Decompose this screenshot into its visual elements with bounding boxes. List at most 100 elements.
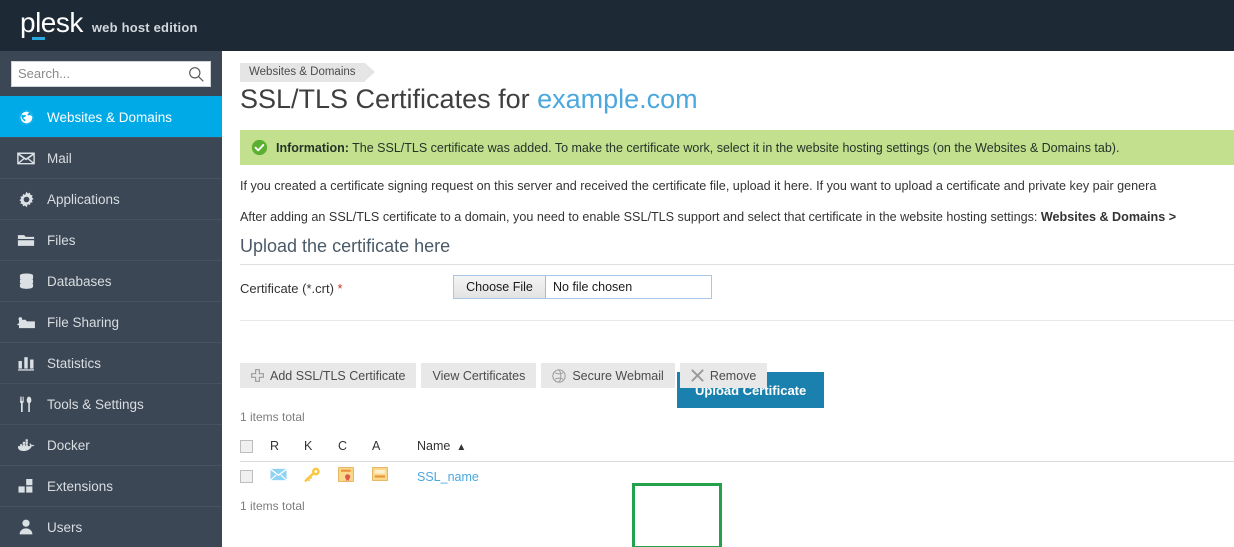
- tools-icon: [14, 394, 38, 414]
- file-chosen-status: No file chosen: [546, 276, 632, 298]
- sidebar-item-extensions[interactable]: Extensions: [0, 465, 222, 506]
- paragraph-upload-instructions: If you created a certificate signing req…: [240, 179, 1156, 193]
- logo-wordmark: plesk: [20, 9, 83, 37]
- sidebar-item-users[interactable]: Users: [0, 506, 222, 547]
- sort-ascending-icon: ▲: [456, 442, 466, 453]
- remove-button[interactable]: Remove: [680, 363, 768, 388]
- sidebar-item-label: Extensions: [47, 479, 113, 494]
- file-sharing-icon: [14, 312, 38, 332]
- table-header-r[interactable]: R: [270, 432, 304, 461]
- sidebar-item-label: Files: [47, 233, 76, 248]
- sidebar-item-label: Docker: [47, 438, 90, 453]
- paragraph-2-link: Websites & Domains >: [1041, 210, 1176, 224]
- shield-globe-icon: [552, 369, 566, 383]
- breadcrumb: Websites & Domains: [240, 62, 365, 81]
- toolbar-button-label: Secure Webmail: [572, 369, 663, 383]
- sidebar-item-label: Databases: [47, 274, 112, 289]
- page-title: SSL/TLS Certificates for example.com: [240, 84, 698, 115]
- key-icon: [304, 469, 321, 486]
- info-banner-label: Information:: [276, 141, 349, 155]
- logo-edition-label: web host edition: [92, 20, 198, 35]
- page-title-prefix: SSL/TLS Certificates for: [240, 84, 537, 114]
- table-header-c[interactable]: C: [338, 432, 372, 461]
- row-cell-a: [372, 461, 406, 492]
- certificates-table: R K C A Name▲: [240, 432, 1234, 492]
- sidebar-item-files[interactable]: Files: [0, 219, 222, 260]
- globe-icon: [14, 107, 38, 127]
- breadcrumb-item-websites-domains[interactable]: Websites & Domains: [240, 63, 365, 82]
- certificate-field-label-text: Certificate (*.crt): [240, 281, 338, 296]
- sidebar-item-statistics[interactable]: Statistics: [0, 342, 222, 383]
- sidebar-search-row: [0, 51, 222, 96]
- search-icon[interactable]: [188, 66, 205, 83]
- certificate-doc-icon: [372, 468, 388, 485]
- add-ssl-certificate-button[interactable]: Add SSL/TLS Certificate: [240, 363, 416, 388]
- toolbar-button-label: Remove: [710, 369, 757, 383]
- table-header-select-all[interactable]: [240, 432, 270, 461]
- select-all-checkbox[interactable]: [240, 440, 253, 453]
- table-header-row: R K C A Name▲: [240, 432, 1234, 461]
- sidebar: Websites & Domains Mail Applications: [0, 51, 222, 547]
- items-total-bottom: 1 items total: [240, 499, 305, 513]
- search-box[interactable]: [11, 61, 211, 87]
- docker-icon: [14, 435, 38, 455]
- info-banner: Information: The SSL/TLS certificate was…: [240, 130, 1234, 165]
- main-content: Websites & Domains SSL/TLS Certificates …: [222, 51, 1234, 547]
- sidebar-item-websites-domains[interactable]: Websites & Domains: [0, 96, 222, 137]
- row-cell-r: [270, 461, 304, 492]
- sidebar-item-file-sharing[interactable]: File Sharing: [0, 301, 222, 342]
- sidebar-item-label: Websites & Domains: [47, 110, 172, 125]
- sidebar-item-docker[interactable]: Docker: [0, 424, 222, 465]
- secure-webmail-button[interactable]: Secure Webmail: [541, 363, 674, 388]
- sidebar-item-databases[interactable]: Databases: [0, 260, 222, 301]
- sidebar-item-mail[interactable]: Mail: [0, 137, 222, 178]
- certificate-field-row: Certificate (*.crt) * Choose File No fil…: [240, 277, 1234, 321]
- toolbar-button-label: View Certificates: [432, 369, 525, 383]
- row-checkbox[interactable]: [240, 470, 253, 483]
- sidebar-item-applications[interactable]: Applications: [0, 178, 222, 219]
- check-circle-icon: [251, 139, 268, 156]
- envelope-icon: [14, 148, 38, 168]
- name-column-highlight-box: [632, 483, 722, 547]
- sidebar-item-label: Tools & Settings: [47, 397, 144, 412]
- info-banner-message: The SSL/TLS certificate was added. To ma…: [349, 141, 1120, 155]
- row-cell-name[interactable]: SSL_name: [406, 461, 1234, 492]
- section-heading-upload: Upload the certificate here: [240, 236, 1234, 265]
- sidebar-item-label: Applications: [47, 192, 120, 207]
- plus-icon: [251, 369, 264, 382]
- items-total-top: 1 items total: [240, 410, 305, 424]
- page-title-domain-link[interactable]: example.com: [537, 84, 698, 114]
- certificate-name-link[interactable]: SSL_name: [417, 470, 479, 484]
- top-header-bar: plesk web host edition: [0, 0, 1234, 51]
- extensions-icon: [14, 476, 38, 496]
- row-cell-c: [338, 461, 372, 492]
- required-marker: *: [338, 281, 343, 296]
- plesk-logo[interactable]: plesk web host edition: [20, 9, 198, 37]
- sidebar-item-label: Mail: [47, 151, 72, 166]
- search-input[interactable]: [12, 62, 184, 86]
- table-header-a[interactable]: A: [372, 432, 406, 461]
- bar-chart-icon: [14, 353, 38, 373]
- choose-file-button[interactable]: Choose File: [454, 276, 546, 298]
- table-header-k[interactable]: K: [304, 432, 338, 461]
- sidebar-item-tools-settings[interactable]: Tools & Settings: [0, 383, 222, 424]
- folder-icon: [14, 230, 38, 250]
- certificates-toolbar: Add SSL/TLS Certificate View Certificate…: [240, 363, 767, 388]
- view-certificates-button[interactable]: View Certificates: [421, 363, 536, 388]
- paragraph-2-plain: After adding an SSL/TLS certificate to a…: [240, 210, 1041, 224]
- table-row[interactable]: SSL_name: [240, 461, 1234, 492]
- breadcrumb-arrow-icon: [365, 63, 375, 81]
- table-header-name[interactable]: Name▲: [406, 432, 1234, 461]
- row-cell-k: [304, 461, 338, 492]
- database-icon: [14, 271, 38, 291]
- certificate-seal-icon: [338, 469, 354, 486]
- paragraph-enable-instructions: After adding an SSL/TLS certificate to a…: [240, 210, 1176, 224]
- gear-icon: [14, 189, 38, 209]
- certificate-file-input[interactable]: Choose File No file chosen: [453, 275, 712, 299]
- row-select-cell[interactable]: [240, 461, 270, 492]
- certificate-field-label: Certificate (*.crt) *: [240, 281, 343, 296]
- sidebar-item-label: Statistics: [47, 356, 101, 371]
- info-banner-text: Information: The SSL/TLS certificate was…: [276, 141, 1119, 155]
- sidebar-item-label: File Sharing: [47, 315, 119, 330]
- logo-accent-underline: [32, 37, 45, 40]
